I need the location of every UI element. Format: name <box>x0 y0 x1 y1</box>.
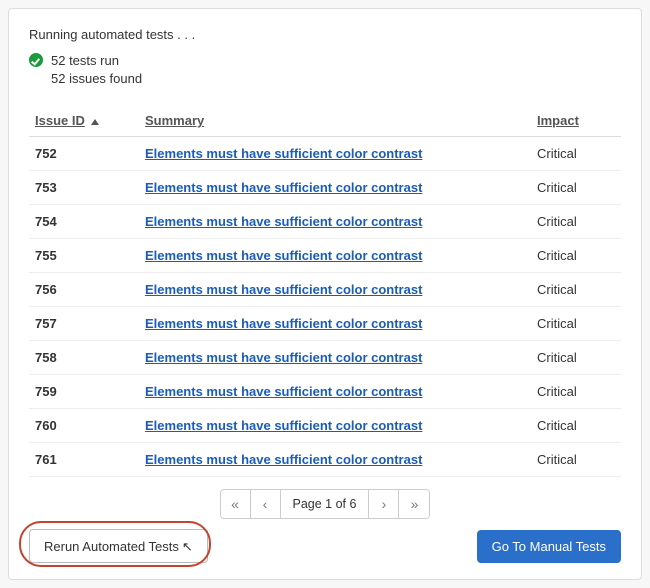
pager-next-button[interactable]: › <box>369 490 399 518</box>
impact-cell: Critical <box>531 171 621 205</box>
issue-summary-link[interactable]: Elements must have sufficient color cont… <box>145 282 422 297</box>
issue-id-cell: 759 <box>29 375 139 409</box>
issue-id-cell: 752 <box>29 137 139 171</box>
issues-found-count: 52 issues found <box>51 70 142 88</box>
summary-cell: Elements must have sufficient color cont… <box>139 171 531 205</box>
col-header-impact: Impact <box>531 105 621 137</box>
pager-page-label: Page 1 of 6 <box>281 490 370 518</box>
summary-cell: Elements must have sufficient color cont… <box>139 307 531 341</box>
running-status: Running automated tests . . . <box>29 27 621 42</box>
table-row: 754 Elements must have sufficient color c… <box>29 205 621 239</box>
table-row: 752 Elements must have sufficient color c… <box>29 137 621 171</box>
issue-summary-link[interactable]: Elements must have sufficient color cont… <box>145 248 422 263</box>
col-header-issue-id: Issue ID <box>29 105 139 137</box>
summary-cell: Elements must have sufficient color cont… <box>139 205 531 239</box>
issue-id-cell: 760 <box>29 409 139 443</box>
impact-cell: Critical <box>531 307 621 341</box>
issue-summary-link[interactable]: Elements must have sufficient color cont… <box>145 418 422 433</box>
pager-last-button[interactable]: » <box>399 490 429 518</box>
pager-first-button[interactable]: « <box>221 490 251 518</box>
table-row: 760 Elements must have sufficient color c… <box>29 409 621 443</box>
table-row: 759 Elements must have sufficient color c… <box>29 375 621 409</box>
issue-summary-link[interactable]: Elements must have sufficient color cont… <box>145 180 422 195</box>
issue-summary-link[interactable]: Elements must have sufficient color cont… <box>145 316 422 331</box>
issues-table: Issue ID Summary Impact 752 Elements must… <box>29 105 621 477</box>
success-check-icon <box>29 53 43 67</box>
issue-summary-link[interactable]: Elements must have sufficient color cont… <box>145 146 422 161</box>
sort-issue-id[interactable]: Issue ID <box>35 113 85 128</box>
table-row: 758 Elements must have sufficient color c… <box>29 341 621 375</box>
footer-actions: Rerun Automated Tests ↖ Go To Manual Tes… <box>29 529 621 563</box>
summary-cell: Elements must have sufficient color cont… <box>139 409 531 443</box>
status-summary: 52 tests run 52 issues found <box>29 52 621 87</box>
table-row: 753 Elements must have sufficient color c… <box>29 171 621 205</box>
impact-cell: Critical <box>531 239 621 273</box>
table-row: 755 Elements must have sufficient color c… <box>29 239 621 273</box>
issue-summary-link[interactable]: Elements must have sufficient color cont… <box>145 452 422 467</box>
impact-cell: Critical <box>531 273 621 307</box>
cursor-icon: ↖ <box>182 539 193 555</box>
impact-cell: Critical <box>531 137 621 171</box>
col-header-summary: Summary <box>139 105 531 137</box>
impact-cell: Critical <box>531 375 621 409</box>
summary-cell: Elements must have sufficient color cont… <box>139 443 531 477</box>
table-row: 761 Elements must have sufficient color c… <box>29 443 621 477</box>
tests-run-count: 52 tests run <box>51 52 142 70</box>
pagination: « ‹ Page 1 of 6 › » <box>29 489 621 519</box>
issue-summary-link[interactable]: Elements must have sufficient color cont… <box>145 214 422 229</box>
table-row: 757 Elements must have sufficient color c… <box>29 307 621 341</box>
table-row: 756 Elements must have sufficient color c… <box>29 273 621 307</box>
sort-impact[interactable]: Impact <box>537 113 579 128</box>
test-results-panel: Running automated tests . . . 52 tests r… <box>8 8 642 580</box>
issue-id-cell: 757 <box>29 307 139 341</box>
impact-cell: Critical <box>531 205 621 239</box>
issue-id-cell: 755 <box>29 239 139 273</box>
issue-id-cell: 758 <box>29 341 139 375</box>
impact-cell: Critical <box>531 443 621 477</box>
go-to-manual-tests-button[interactable]: Go To Manual Tests <box>477 530 621 563</box>
rerun-automated-tests-button[interactable]: Rerun Automated Tests ↖ <box>29 529 208 563</box>
pager-prev-button[interactable]: ‹ <box>251 490 281 518</box>
sort-summary[interactable]: Summary <box>145 113 204 128</box>
issue-summary-link[interactable]: Elements must have sufficient color cont… <box>145 384 422 399</box>
impact-cell: Critical <box>531 341 621 375</box>
summary-cell: Elements must have sufficient color cont… <box>139 341 531 375</box>
summary-cell: Elements must have sufficient color cont… <box>139 375 531 409</box>
summary-cell: Elements must have sufficient color cont… <box>139 137 531 171</box>
issue-id-cell: 753 <box>29 171 139 205</box>
summary-cell: Elements must have sufficient color cont… <box>139 239 531 273</box>
issue-summary-link[interactable]: Elements must have sufficient color cont… <box>145 350 422 365</box>
sort-asc-icon <box>91 119 99 125</box>
issue-id-cell: 761 <box>29 443 139 477</box>
issue-id-cell: 756 <box>29 273 139 307</box>
issue-id-cell: 754 <box>29 205 139 239</box>
summary-cell: Elements must have sufficient color cont… <box>139 273 531 307</box>
impact-cell: Critical <box>531 409 621 443</box>
